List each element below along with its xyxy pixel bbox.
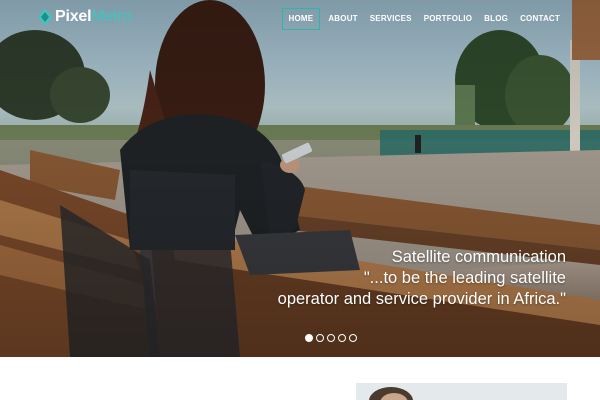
diamond-logo-icon: [38, 9, 52, 25]
brand-name-part1: Pixel: [55, 8, 92, 25]
slider-dot-3[interactable]: [327, 334, 335, 342]
slider-pagination: [305, 334, 360, 342]
person-photo: [356, 383, 567, 400]
slider-dot-4[interactable]: [338, 334, 346, 342]
nav-item-contact[interactable]: CONTACT: [514, 8, 566, 30]
hero-slider: Pixel Metro HOME ABOUT SERVICES PORTFOLI…: [0, 0, 600, 357]
brand-name-part2: Metro: [91, 8, 132, 25]
nav-item-about[interactable]: ABOUT: [322, 8, 363, 30]
nav-item-blog[interactable]: BLOG: [478, 8, 514, 30]
caption-quote-line1: "...to be the leading satellite: [363, 269, 566, 287]
slider-dot-2[interactable]: [316, 334, 324, 342]
caption-title: Satellite communication: [391, 248, 566, 266]
nav-item-services[interactable]: SERVICES: [364, 8, 418, 30]
top-navbar: Pixel Metro HOME ABOUT SERVICES PORTFOLI…: [0, 0, 600, 38]
main-nav: HOME ABOUT SERVICES PORTFOLIO BLOG CONTA…: [281, 8, 567, 30]
slider-dot-5[interactable]: [349, 334, 357, 342]
caption-quote-line2: operator and service provider in Africa.…: [277, 290, 566, 308]
section-image: [356, 383, 567, 400]
slider-dot-1[interactable]: [305, 334, 313, 342]
nav-item-home[interactable]: HOME: [281, 8, 321, 30]
slide-caption: Satellite communication "...to be the le…: [278, 247, 566, 310]
nav-item-portfolio[interactable]: PORTFOLIO: [418, 8, 478, 30]
brand-logo[interactable]: Pixel Metro: [38, 7, 131, 27]
content-section: [0, 357, 600, 400]
